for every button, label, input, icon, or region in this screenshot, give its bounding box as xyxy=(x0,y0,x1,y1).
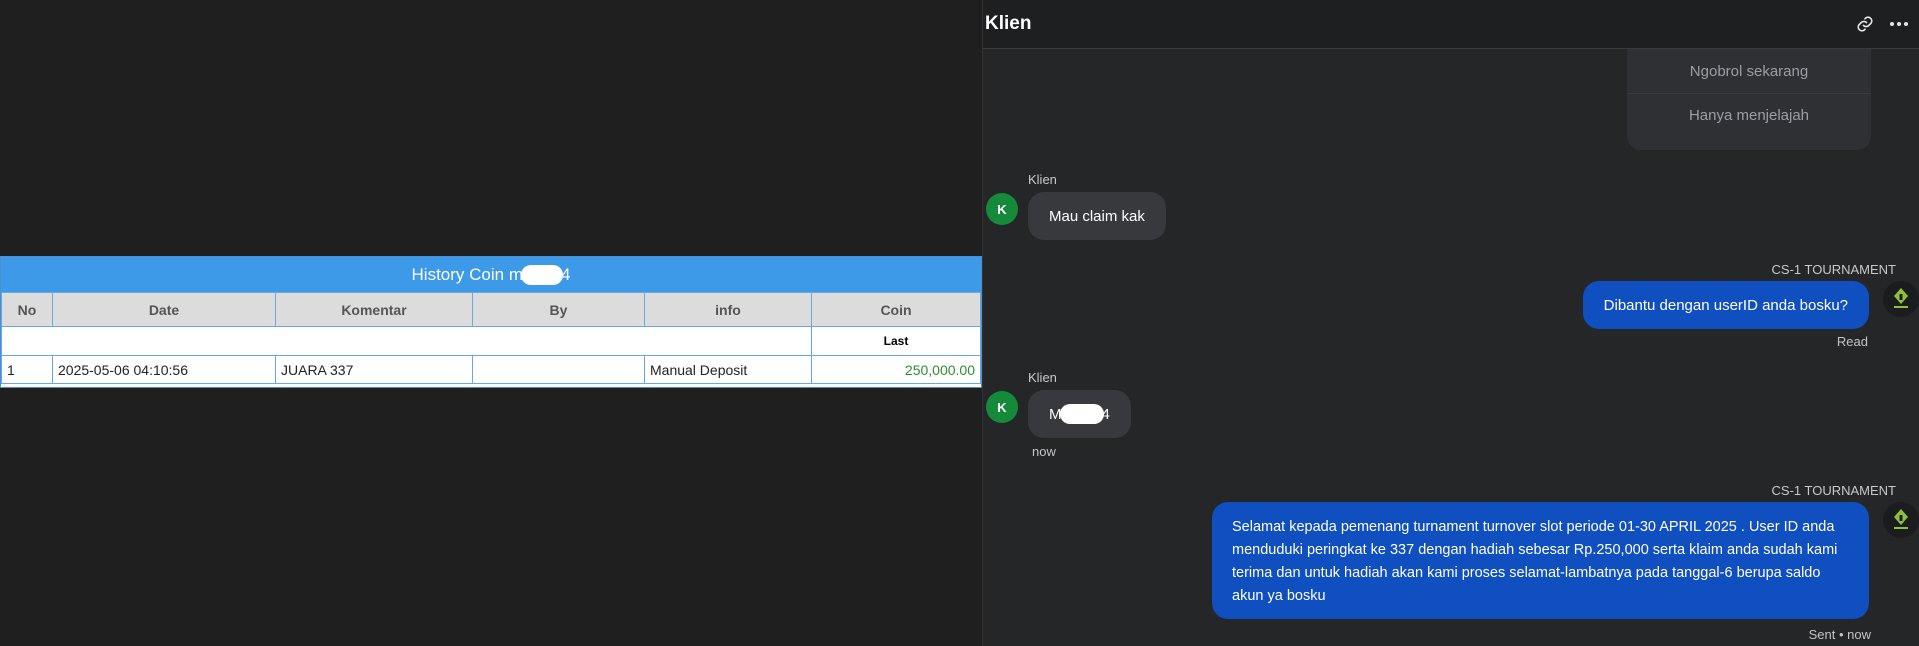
message-bubble-incoming: Mau claim kak xyxy=(1028,192,1166,240)
message-status: Sent • now xyxy=(1808,627,1871,642)
chat-messages: Ngobrol sekarang Hanya menjelajah Klien … xyxy=(983,49,1919,646)
screen-root: History Coin m 4 No Date Komentar By info… xyxy=(0,0,1919,646)
chat-header: Klien xyxy=(983,0,1919,49)
history-grid: No Date Komentar By info Coin Last 1 202… xyxy=(1,292,981,384)
message-sender: Klien xyxy=(1028,370,1057,385)
col-header-komentar: Komentar xyxy=(275,292,473,327)
subheader-last: Last xyxy=(811,326,981,356)
history-title-suffix: 4 xyxy=(561,264,571,284)
chat-pane: Klien Ngobrol sekarang Hanya menjelajah xyxy=(982,0,1919,646)
cell-no: 1 xyxy=(1,355,53,384)
col-header-by: By xyxy=(472,292,645,327)
message-status: Read xyxy=(1836,334,1868,349)
table-row: 1 2025-05-06 04:10:56 JUARA 337 Manual D… xyxy=(1,355,981,384)
col-header-info: info xyxy=(644,292,812,327)
cell-komentar: JUARA 337 xyxy=(275,355,473,384)
avatar: K xyxy=(986,391,1018,423)
chat-title: Klien xyxy=(985,13,1032,34)
message-bubble-outgoing: Selamat kepada pemenang turnament turnov… xyxy=(1212,502,1869,619)
message-sender: Klien xyxy=(1028,172,1057,187)
agent-avatar xyxy=(1883,281,1919,317)
quick-reply-menu: Ngobrol sekarang Hanya menjelajah xyxy=(1627,49,1871,150)
cell-date: 2025-05-06 04:10:56 xyxy=(52,355,276,384)
redacted-username xyxy=(521,264,563,285)
message-bubble-outgoing: Dibantu dengan userID anda bosku? xyxy=(1582,281,1869,329)
subheader-spacer xyxy=(1,326,812,356)
redacted-username xyxy=(1059,404,1104,424)
history-pane: History Coin m 4 No Date Komentar By info… xyxy=(0,0,982,646)
message-bubble-incoming: M4 xyxy=(1028,390,1131,438)
message-sender: CS-1 TOURNAMENT xyxy=(1771,262,1896,277)
link-icon xyxy=(1857,16,1873,32)
message-sender: CS-1 TOURNAMENT xyxy=(1771,483,1896,498)
cell-info: Manual Deposit xyxy=(644,355,812,384)
history-title: History Coin m 4 xyxy=(1,257,981,292)
coin-history-table: History Coin m 4 No Date Komentar By info… xyxy=(0,256,982,388)
cell-by xyxy=(472,355,645,384)
history-title-prefix: History Coin m xyxy=(411,264,523,284)
agent-avatar xyxy=(1883,502,1919,538)
message-time: now xyxy=(1032,444,1056,459)
history-subheader-row: Last xyxy=(1,326,981,356)
bot-logo-icon xyxy=(1894,509,1908,529)
col-header-no: No xyxy=(1,292,53,327)
history-header-row: No Date Komentar By info Coin xyxy=(1,292,981,327)
col-header-coin: Coin xyxy=(811,292,981,327)
avatar: K xyxy=(986,193,1018,225)
message-text-suffix: 4 xyxy=(1101,405,1110,423)
quick-reply-chat-now[interactable]: Ngobrol sekarang xyxy=(1627,49,1871,93)
copy-link-button[interactable] xyxy=(1848,7,1882,41)
cell-coin: 250,000.00 xyxy=(811,355,981,384)
more-options-button[interactable] xyxy=(1882,7,1916,41)
bot-logo-icon xyxy=(1894,288,1908,308)
more-horizontal-icon xyxy=(1890,22,1908,26)
col-header-date: Date xyxy=(52,292,276,327)
quick-reply-just-browsing[interactable]: Hanya menjelajah xyxy=(1627,93,1871,137)
